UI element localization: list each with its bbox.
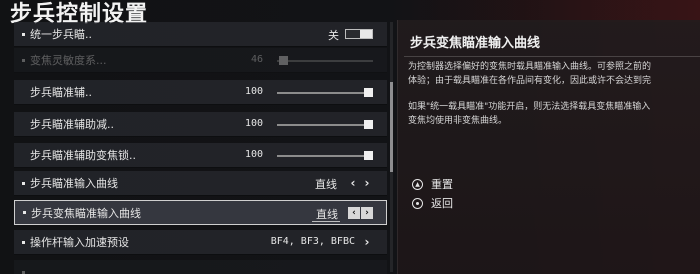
slider-knob[interactable] [364, 120, 373, 129]
divider [404, 56, 700, 57]
setting-value: 100 [244, 149, 263, 160]
slider-track [277, 124, 373, 126]
slider[interactable] [277, 120, 373, 129]
setting-label: 步兵瞄准输入曲线 [30, 177, 118, 190]
chevron-right-icon[interactable]: › [361, 207, 373, 219]
game-settings-screen: 步兵控制设置 统一步兵瞄.. 关 变焦灵敏度系... 46 步兵瞄准辅.. 10… [0, 0, 700, 274]
triangle-button-icon: ▲ [412, 178, 423, 190]
description-line: 如果"统一载具瞄准"功能开启，则无法选择载具变焦瞄准输入 [408, 102, 651, 112]
slider [277, 56, 373, 65]
chevron-left-icon[interactable]: ‹ [347, 176, 359, 190]
setting-label: 步兵瞄准辅助变焦锁.. [30, 149, 136, 162]
slider[interactable] [277, 88, 373, 97]
setting-label: 步兵变焦瞄准输入曲线 [31, 206, 141, 220]
settings-list: 统一步兵瞄.. 关 变焦灵敏度系... 46 步兵瞄准辅.. 100 步兵瞄准辅… [14, 22, 387, 274]
slider-track [277, 92, 373, 94]
setting-row-aim-assist[interactable]: 步兵瞄准辅.. 100 [14, 80, 387, 105]
setting-value: 100 [244, 118, 263, 129]
chevron-right-icon[interactable]: › [361, 176, 373, 190]
setting-value: BF4, BF3, BFBC [270, 236, 355, 247]
slider-knob [279, 56, 288, 65]
scrollbar-thumb[interactable] [390, 82, 393, 172]
setting-label: 统一步兵瞄.. [30, 28, 92, 41]
value-underline [312, 221, 340, 222]
bullet-icon [22, 270, 25, 274]
setting-row-zoom-aim-input-curve[interactable]: 步兵变焦瞄准输入曲线 直线 ‹ › [14, 200, 387, 225]
description-title: 步兵变焦瞄准输入曲线 [410, 36, 541, 51]
setting-value: 直线 [316, 208, 338, 221]
setting-label: 变焦灵敏度系... [30, 54, 107, 67]
setting-row-stick-acceleration-preset[interactable]: 操作杆输入加速预设 BF4, BF3, BFBC › [14, 230, 387, 255]
setting-label: 步兵瞄准辅.. [30, 86, 92, 99]
setting-row-aim-assist-zoom-snap[interactable]: 步兵瞄准辅助变焦锁.. 100 [14, 143, 387, 168]
description-line: 为控制器选择偏好的变焦时载具瞄准输入曲线。可参照之前的 [408, 62, 652, 72]
setting-label: 操作杆输入加速预设 [30, 236, 129, 249]
description-panel: 步兵变焦瞄准输入曲线 为控制器选择偏好的变焦时载具瞄准输入曲线。可参照之前的 体… [397, 20, 700, 274]
setting-label: 步兵瞄准辅助减.. [30, 118, 114, 131]
bullet-icon [22, 32, 25, 36]
slider-track [277, 60, 373, 62]
slider-knob[interactable] [364, 88, 373, 97]
slider-knob[interactable] [364, 151, 373, 160]
scrollbar[interactable] [390, 22, 393, 272]
description-line: 体验；由于载具瞄准在各作品间有变化，因此或许不会达到完 [408, 76, 652, 86]
setting-row-aim-input-curve[interactable]: 步兵瞄准输入曲线 直线 ‹ › [14, 171, 387, 196]
toggle-switch[interactable] [345, 29, 373, 39]
setting-row-partial [14, 260, 387, 274]
toggle-knob [360, 30, 372, 38]
reset-action[interactable]: ▲ 重置 [412, 176, 453, 192]
setting-value: 46 [250, 54, 263, 65]
bullet-icon [23, 211, 26, 214]
setting-value: 关 [328, 29, 339, 42]
slider[interactable] [277, 151, 373, 160]
back-label: 返回 [431, 197, 453, 210]
back-action[interactable]: 返回 [412, 195, 453, 211]
slider-track [277, 155, 373, 157]
setting-row-unified-aim[interactable]: 统一步兵瞄.. 关 [14, 22, 387, 47]
setting-value: 直线 [315, 178, 337, 191]
header-decoration [390, 0, 700, 22]
bullet-icon [22, 240, 25, 244]
bullet-icon [22, 181, 25, 185]
setting-row-zoom-sensitivity: 变焦灵敏度系... 46 [14, 48, 387, 73]
reset-label: 重置 [431, 178, 453, 191]
bullet-icon [22, 58, 25, 62]
setting-row-aim-assist-slowdown[interactable]: 步兵瞄准辅助减.. 100 [14, 112, 387, 137]
circle-button-icon [412, 197, 423, 209]
setting-value: 100 [244, 86, 263, 97]
chevron-left-icon[interactable]: ‹ [348, 207, 360, 219]
description-line: 变焦均使用非变焦曲线。 [408, 116, 508, 126]
chevron-right-icon[interactable]: › [361, 235, 373, 249]
